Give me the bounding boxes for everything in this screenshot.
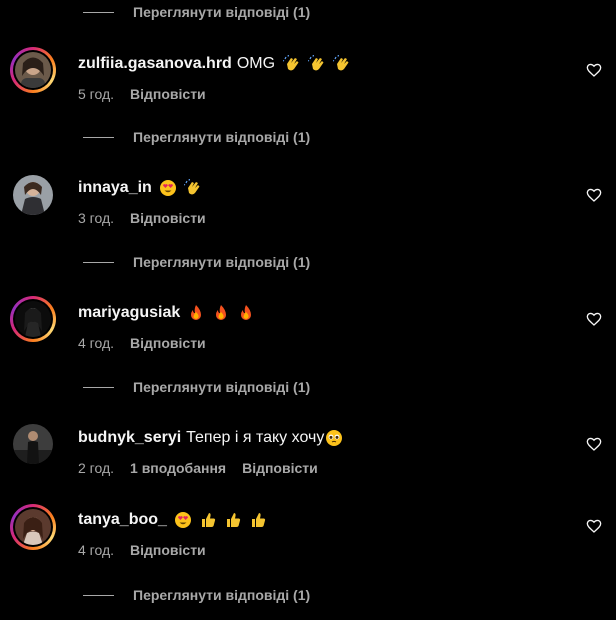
comment-text: OMG [236,55,276,72]
comment-meta: 4 год. Відповісти [78,334,206,352]
view-replies-button[interactable]: Переглянути відповіді (1) [83,127,310,147]
comment-timestamp[interactable]: 5 год. [78,86,114,102]
reply-button[interactable]: Відповісти [242,460,318,476]
view-replies-label: Переглянути відповіді (1) [133,4,311,20]
comment-text-line: innaya_in [78,177,202,199]
like-heart-icon[interactable] [586,187,602,203]
comment-timestamp[interactable]: 4 год. [78,335,114,351]
avatar[interactable] [10,504,56,550]
like-heart-icon[interactable] [586,518,602,534]
likes-count[interactable]: 1 вподобання [130,460,226,476]
avatar[interactable] [10,421,56,467]
avatar[interactable] [10,47,56,93]
reply-button[interactable]: Відповісти [130,210,206,226]
thumbs-up-emoji [224,511,242,529]
reply-button[interactable]: Відповісти [130,542,206,558]
fire-emoji [212,304,230,322]
fire-emoji [187,304,205,322]
view-replies-label: Переглянути відповіді (1) [133,254,311,270]
thumbs-up-emoji [199,511,217,529]
comment-timestamp[interactable]: 4 год. [78,542,114,558]
avatar[interactable] [10,296,56,342]
like-heart-icon[interactable] [586,311,602,327]
like-heart-icon[interactable] [586,62,602,78]
replies-divider-line [83,261,114,263]
view-replies-button[interactable]: Переглянути відповіді (1) [83,2,310,22]
clapping-hands-emoji [183,179,202,197]
comment-text-line: budnyk_seryi Тепер і я таку хочу [78,427,343,449]
comment-meta: 3 год. Відповісти [78,209,206,227]
replies-divider-line [83,11,114,13]
comment-text-line: mariyagusiak [78,302,255,324]
comment-username[interactable]: mariyagusiak [78,304,180,322]
view-replies-button[interactable]: Переглянути відповіді (1) [83,377,310,397]
avatar[interactable] [10,172,56,218]
thumbs-up-emoji [249,511,267,529]
view-replies-label: Переглянути відповіді (1) [133,379,311,395]
pleading-face-emoji [325,429,343,447]
reply-button[interactable]: Відповісти [130,335,206,351]
comment-meta: 5 год. Відповісти [78,85,206,103]
comment-username[interactable]: tanya_boo_ [78,511,167,529]
comment-meta: 2 год. 1 вподобання Відповісти [78,459,318,477]
comment-timestamp[interactable]: 2 год. [78,460,114,476]
view-replies-label: Переглянути відповіді (1) [133,129,311,145]
view-replies-label: Переглянути відповіді (1) [133,587,311,603]
comment-username[interactable]: zulfiia.gasanova.hrd [78,55,232,73]
comment-text-line: zulfiia.gasanova.hrd OMG [78,53,351,75]
clapping-hands-emoji [283,55,301,73]
clapping-hands-emoji [308,55,326,73]
story-ring [10,296,56,342]
replies-divider-line [83,594,114,596]
view-replies-button[interactable]: Переглянути відповіді (1) [83,585,310,605]
comment-meta: 4 год. Відповісти [78,541,206,559]
fire-emoji [237,304,255,322]
heart-eyes-emoji [174,511,192,529]
comment-text-line: tanya_boo_ [78,509,267,531]
comment-text: Тепер і я таку хочу [186,429,325,446]
comment-username[interactable]: innaya_in [78,179,152,197]
view-replies-button[interactable]: Переглянути відповіді (1) [83,252,310,272]
comment-username[interactable]: budnyk_seryi [78,429,181,447]
story-ring [10,504,56,550]
replies-divider-line [83,386,114,388]
story-ring [10,47,56,93]
reply-button[interactable]: Відповісти [130,86,206,102]
clapping-hands-emoji [333,55,351,73]
replies-divider-line [83,136,114,138]
like-heart-icon[interactable] [586,436,602,452]
heart-eyes-emoji [159,179,177,197]
comment-timestamp[interactable]: 3 год. [78,210,114,226]
